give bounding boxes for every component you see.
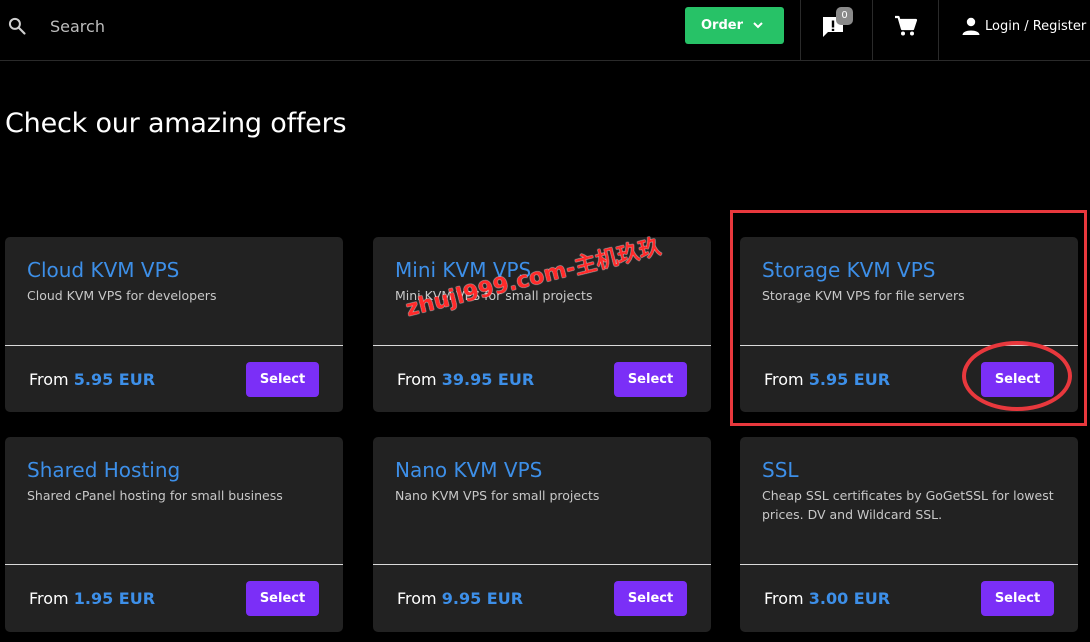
page-title: Check our amazing offers bbox=[5, 108, 347, 139]
order-button[interactable]: Order bbox=[685, 7, 784, 44]
product-price: From 5.95 EUR bbox=[764, 370, 890, 389]
product-title[interactable]: Cloud KVM VPS bbox=[27, 258, 179, 282]
product-description: Mini KVM VPS for small projects bbox=[395, 288, 593, 303]
card-divider bbox=[740, 564, 1078, 565]
card-divider bbox=[5, 564, 343, 565]
price-amount: 5.95 EUR bbox=[808, 370, 891, 389]
select-button[interactable]: Select bbox=[246, 581, 319, 616]
product-title[interactable]: Nano KVM VPS bbox=[395, 458, 542, 482]
select-button[interactable]: Select bbox=[246, 362, 319, 397]
product-title[interactable]: Storage KVM VPS bbox=[762, 258, 935, 282]
product-card: Storage KVM VPS Storage KVM VPS for file… bbox=[740, 237, 1078, 412]
product-description: Cheap SSL certificates by GoGetSSL for l… bbox=[762, 488, 1054, 522]
search-input[interactable] bbox=[40, 12, 360, 40]
price-prefix: From bbox=[397, 589, 442, 608]
product-price: From 39.95 EUR bbox=[397, 370, 534, 389]
cart-icon[interactable] bbox=[894, 15, 918, 37]
price-prefix: From bbox=[29, 370, 74, 389]
product-price: From 5.95 EUR bbox=[29, 370, 155, 389]
price-prefix: From bbox=[397, 370, 442, 389]
select-button[interactable]: Select bbox=[614, 581, 687, 616]
price-amount: 9.95 EUR bbox=[441, 589, 524, 608]
product-description: Cloud KVM VPS for developers bbox=[27, 288, 217, 303]
product-price: From 9.95 EUR bbox=[397, 589, 523, 608]
product-card: SSL Cheap SSL certificates by GoGetSSL f… bbox=[740, 437, 1078, 632]
top-bar: Order 0 Login / Register bbox=[0, 0, 1090, 61]
price-amount: 39.95 EUR bbox=[441, 370, 535, 389]
product-card: Nano KVM VPS Nano KVM VPS for small proj… bbox=[373, 437, 711, 632]
product-price: From 3.00 EUR bbox=[764, 589, 890, 608]
select-button[interactable]: Select bbox=[614, 362, 687, 397]
search-icon[interactable] bbox=[7, 16, 27, 36]
login-register-link[interactable]: Login / Register bbox=[961, 15, 1086, 37]
topbar-divider bbox=[872, 0, 873, 60]
chevron-down-icon bbox=[753, 22, 763, 29]
product-card: Mini KVM VPS Mini KVM VPS for small proj… bbox=[373, 237, 711, 412]
product-description: Nano KVM VPS for small projects bbox=[395, 488, 600, 503]
price-amount: 5.95 EUR bbox=[73, 370, 156, 389]
page: Order 0 Login / Register bbox=[0, 0, 1090, 642]
product-card: Cloud KVM VPS Cloud KVM VPS for develope… bbox=[5, 237, 343, 412]
login-register-label: Login / Register bbox=[985, 18, 1087, 34]
price-prefix: From bbox=[764, 589, 809, 608]
product-title[interactable]: Shared Hosting bbox=[27, 458, 180, 482]
price-prefix: From bbox=[764, 370, 809, 389]
select-button[interactable]: Select bbox=[981, 581, 1054, 616]
card-divider bbox=[5, 345, 343, 346]
product-description: Storage KVM VPS for file servers bbox=[762, 288, 965, 303]
product-card: Shared Hosting Shared cPanel hosting for… bbox=[5, 437, 343, 632]
price-amount: 3.00 EUR bbox=[808, 589, 891, 608]
price-amount: 1.95 EUR bbox=[73, 589, 156, 608]
topbar-divider bbox=[938, 0, 939, 60]
card-divider bbox=[373, 564, 711, 565]
notification-count-badge: 0 bbox=[836, 7, 853, 25]
price-prefix: From bbox=[29, 589, 74, 608]
product-price: From 1.95 EUR bbox=[29, 589, 155, 608]
card-divider bbox=[740, 345, 1078, 346]
product-title[interactable]: SSL bbox=[762, 458, 799, 482]
select-button[interactable]: Select bbox=[981, 362, 1054, 397]
card-divider bbox=[373, 345, 711, 346]
product-description: Shared cPanel hosting for small business bbox=[27, 488, 283, 503]
topbar-divider bbox=[800, 0, 801, 60]
product-title[interactable]: Mini KVM VPS bbox=[395, 258, 531, 282]
order-button-label: Order bbox=[701, 18, 743, 33]
user-icon bbox=[962, 17, 980, 35]
